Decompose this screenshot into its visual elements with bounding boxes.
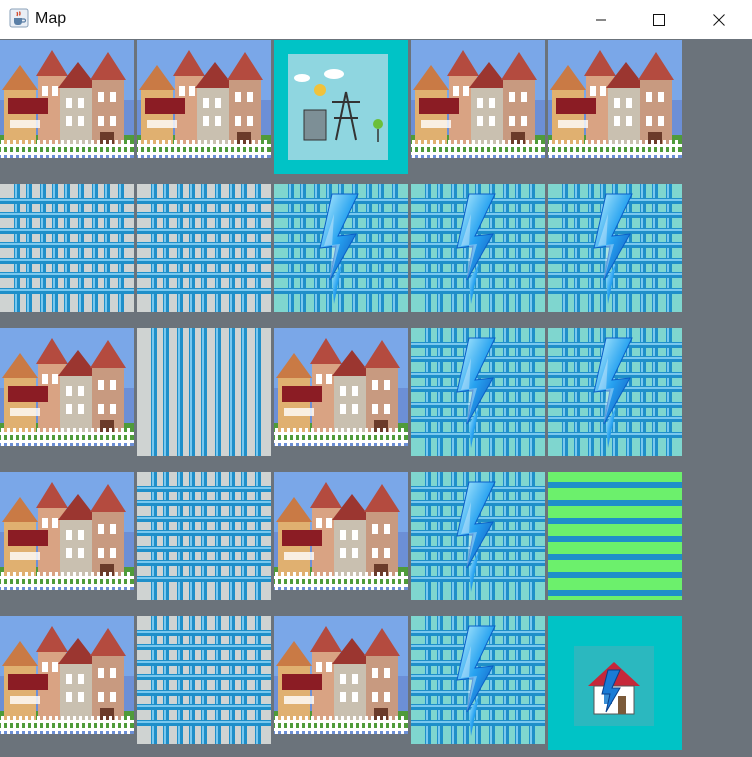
house-icon [548, 40, 682, 174]
map-tile-house[interactable] [274, 472, 408, 606]
lightning-bolt-icon [548, 328, 682, 462]
map-tile-wire-grid-unpowered[interactable] [0, 184, 134, 318]
house-icon [0, 328, 134, 462]
house-icon [0, 616, 134, 750]
map-tile-wire-grid-powered-bolt[interactable] [548, 328, 682, 462]
map-tile-wire-grid-powered-bolt[interactable] [411, 616, 545, 750]
map-tile-wire-grid-powered-bolt[interactable] [274, 184, 408, 318]
close-button[interactable] [690, 0, 748, 39]
wire-icon [137, 328, 271, 462]
map-tile-power-plant[interactable] [274, 40, 408, 174]
map-tile-house[interactable] [411, 40, 545, 174]
map-tile-house[interactable] [274, 616, 408, 750]
map-tile-wire-grid-unpowered[interactable] [137, 616, 271, 750]
map-tile-wire-grid-unpowered[interactable] [137, 184, 271, 318]
map-tile-wire-grid-powered-bolt[interactable] [411, 472, 545, 606]
map-tile-house[interactable] [0, 40, 134, 174]
house-icon [0, 40, 134, 174]
house-icon [137, 40, 271, 174]
map-tile-wire-grid-powered-bolt[interactable] [548, 184, 682, 318]
power-plant-icon [274, 40, 408, 174]
map-tile-house[interactable] [274, 328, 408, 462]
lightning-bolt-icon [274, 184, 408, 318]
map-tile-wire-vertical-unpowered[interactable] [137, 328, 271, 462]
title-bar[interactable]: Map [0, 0, 752, 40]
maximize-button[interactable] [630, 0, 688, 39]
house-icon [274, 328, 408, 462]
lightning-bolt-icon [411, 184, 545, 318]
minimize-icon [596, 19, 606, 20]
powered-house-icon [548, 616, 682, 750]
map-tile-house[interactable] [0, 328, 134, 462]
house-icon [411, 40, 545, 174]
wire-icon [137, 184, 271, 318]
wire-icon [137, 616, 271, 750]
house-icon [0, 472, 134, 606]
window-title: Map [35, 10, 67, 27]
map-tile-wire-grid-unpowered[interactable] [137, 472, 271, 606]
map-tile-wire-horizontal-green[interactable] [548, 472, 682, 606]
map-tile-house[interactable] [548, 40, 682, 174]
minimize-button[interactable] [572, 0, 630, 39]
close-icon [713, 13, 725, 26]
map-tile-wire-grid-powered-bolt[interactable] [411, 184, 545, 318]
lightning-bolt-icon [411, 616, 545, 750]
lightning-bolt-icon [411, 328, 545, 462]
house-icon [274, 616, 408, 750]
map-tile-house[interactable] [0, 616, 134, 750]
wire-icon [548, 472, 682, 606]
wire-icon [137, 472, 271, 606]
maximize-icon [653, 13, 665, 26]
map-tile-house[interactable] [0, 472, 134, 606]
java-coffee-cup-icon [9, 8, 29, 28]
map-tile-house[interactable] [137, 40, 271, 174]
map-tile-powered-house[interactable] [548, 616, 682, 750]
house-icon [274, 472, 408, 606]
map-tile-wire-grid-powered-bolt[interactable] [411, 328, 545, 462]
lightning-bolt-icon [411, 472, 545, 606]
board-margin [683, 39, 752, 757]
wire-icon [0, 184, 134, 318]
lightning-bolt-icon [548, 184, 682, 318]
